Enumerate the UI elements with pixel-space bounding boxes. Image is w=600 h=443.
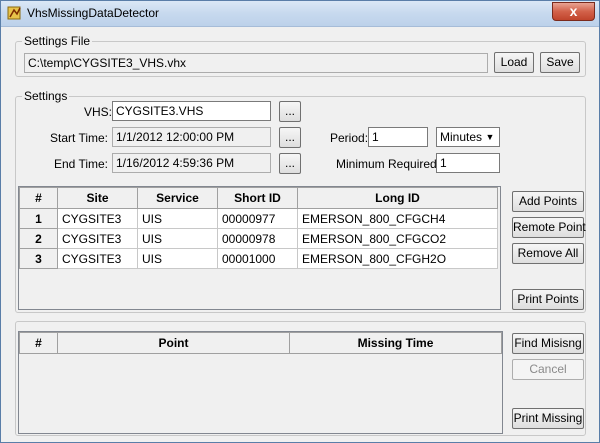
row-number: 2 — [19, 228, 58, 249]
end-time-field[interactable]: 1/16/2012 4:59:36 PM — [112, 153, 271, 173]
period-field[interactable]: 1 — [368, 127, 428, 147]
end-time-browse-button[interactable]: ... — [279, 153, 301, 174]
minimum-required-label: Minimum Required: — [336, 157, 441, 171]
settings-legend: Settings — [22, 89, 70, 103]
service-cell[interactable]: UIS — [137, 228, 218, 249]
settings-file-path-field[interactable]: C:\temp\CYGSITE3_VHS.vhx — [24, 53, 488, 73]
vhs-browse-button[interactable]: ... — [279, 101, 301, 122]
remote-point-button[interactable]: Remote Point — [512, 217, 586, 238]
table-row[interactable]: 1 CYGSITE3 UIS 00000977 EMERSON_800_CFGC… — [19, 208, 498, 229]
period-label: Period: — [330, 131, 369, 145]
start-time-label: Start Time: — [49, 131, 108, 145]
missing-data-group: # Point Missing Time Find Misisng Cancel… — [15, 321, 586, 436]
find-missing-button[interactable]: Find Misisng — [512, 333, 584, 354]
long-id-cell[interactable]: EMERSON_800_CFGCH4 — [297, 208, 498, 229]
column-header-number[interactable]: # — [19, 187, 58, 209]
app-window: VhsMissingDataDetector x Settings File C… — [0, 0, 600, 443]
column-header-short-id[interactable]: Short ID — [217, 187, 298, 209]
settings-file-legend: Settings File — [22, 34, 93, 48]
site-cell[interactable]: CYGSITE3 — [57, 208, 138, 229]
service-cell[interactable]: UIS — [137, 248, 218, 269]
end-time-label: End Time: — [53, 157, 108, 171]
remove-all-button[interactable]: Remove All — [512, 243, 584, 264]
short-id-cell[interactable]: 00000977 — [217, 208, 298, 229]
row-number: 1 — [19, 208, 58, 229]
print-points-button[interactable]: Print Points — [512, 289, 584, 310]
chevron-down-icon: ▼ — [485, 132, 495, 142]
column-header-number[interactable]: # — [19, 332, 58, 354]
long-id-cell[interactable]: EMERSON_800_CFGH2O — [297, 248, 498, 269]
close-icon: x — [569, 3, 578, 19]
vhs-field[interactable]: CYGSITE3.VHS — [112, 101, 271, 121]
close-button[interactable]: x — [552, 2, 595, 21]
site-cell[interactable]: CYGSITE3 — [57, 228, 138, 249]
print-missing-button[interactable]: Print Missing — [512, 408, 584, 429]
period-unit-value: Minutes — [440, 130, 483, 144]
table-row[interactable]: 2 CYGSITE3 UIS 00000978 EMERSON_800_CFGC… — [19, 228, 498, 249]
column-header-long-id[interactable]: Long ID — [297, 187, 498, 209]
column-header-site[interactable]: Site — [57, 187, 138, 209]
column-header-point[interactable]: Point — [57, 332, 290, 354]
points-header-row: # Site Service Short ID Long ID — [19, 187, 498, 209]
table-row[interactable]: 3 CYGSITE3 UIS 00001000 EMERSON_800_CFGH… — [19, 248, 498, 269]
column-header-missing-time[interactable]: Missing Time — [289, 332, 502, 354]
minimum-required-field[interactable]: 1 — [436, 153, 500, 173]
app-icon — [7, 6, 21, 20]
missing-grid[interactable]: # Point Missing Time — [18, 331, 503, 434]
short-id-cell[interactable]: 00000978 — [217, 228, 298, 249]
points-grid[interactable]: # Site Service Short ID Long ID 1 CYGSIT… — [18, 186, 501, 310]
start-time-browse-button[interactable]: ... — [279, 127, 301, 148]
settings-file-group: Settings File C:\temp\CYGSITE3_VHS.vhx L… — [15, 34, 586, 77]
add-points-button[interactable]: Add Points — [512, 191, 584, 212]
period-unit-select[interactable]: Minutes ▼ — [436, 127, 500, 147]
save-button[interactable]: Save — [540, 52, 580, 73]
missing-header-row: # Point Missing Time — [19, 332, 502, 354]
vhs-label: VHS: — [83, 105, 112, 119]
start-time-field[interactable]: 1/1/2012 12:00:00 PM — [112, 127, 271, 147]
column-header-service[interactable]: Service — [137, 187, 218, 209]
site-cell[interactable]: CYGSITE3 — [57, 248, 138, 269]
title-bar[interactable]: VhsMissingDataDetector x — [1, 1, 599, 27]
points-table: # Site Service Short ID Long ID 1 CYGSIT… — [19, 187, 498, 269]
long-id-cell[interactable]: EMERSON_800_CFGCO2 — [297, 228, 498, 249]
cancel-button[interactable]: Cancel — [512, 359, 584, 380]
service-cell[interactable]: UIS — [137, 208, 218, 229]
load-button[interactable]: Load — [494, 52, 534, 73]
row-number: 3 — [19, 248, 58, 269]
settings-group: Settings VHS: CYGSITE3.VHS ... Start Tim… — [15, 89, 586, 313]
window-title: VhsMissingDataDetector — [27, 6, 160, 20]
short-id-cell[interactable]: 00001000 — [217, 248, 298, 269]
missing-table: # Point Missing Time — [19, 332, 502, 354]
